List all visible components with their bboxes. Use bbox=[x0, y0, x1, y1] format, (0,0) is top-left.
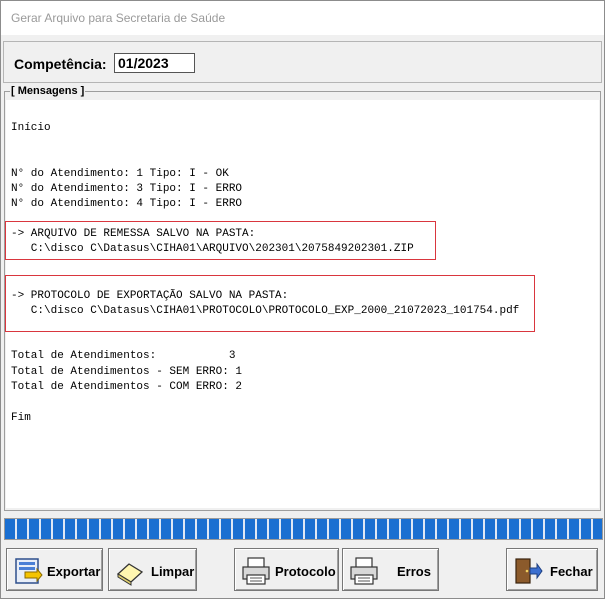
export-icon bbox=[13, 556, 43, 586]
message-line: N° do Atendimento: 1 Tipo: I - OK bbox=[11, 168, 229, 180]
message-line: C:\disco C\Datasus\CIHA01\ARQUIVO\202301… bbox=[11, 243, 414, 255]
exit-door-icon bbox=[513, 556, 543, 586]
eraser-icon bbox=[115, 556, 145, 586]
protocolo-highlight-box bbox=[5, 275, 535, 332]
window-title: Gerar Arquivo para Secretaria de Saúde bbox=[11, 11, 226, 25]
exportar-label: Exportar bbox=[47, 564, 101, 579]
printer-icon bbox=[241, 556, 271, 586]
title-bar: Gerar Arquivo para Secretaria de Saúde bbox=[1, 1, 604, 35]
message-line: Fim bbox=[11, 412, 31, 424]
erros-button[interactable]: Erros bbox=[342, 548, 439, 591]
message-line: Total de Atendimentos - SEM ERRO: 1 bbox=[11, 366, 243, 378]
protocolo-button[interactable]: Protocolo bbox=[234, 548, 339, 591]
fechar-label: Fechar bbox=[550, 564, 593, 579]
messages-group: [ Mensagens ] Início N° do Atendimento: … bbox=[4, 85, 601, 511]
exportar-button[interactable]: Exportar bbox=[6, 548, 103, 591]
erros-label: Erros bbox=[397, 564, 431, 579]
message-line: Início bbox=[11, 122, 51, 134]
competencia-panel: Competência: 01/2023 bbox=[3, 41, 602, 83]
progress-bar bbox=[4, 518, 603, 540]
message-line: -> PROTOCOLO DE EXPORTAÇÃO SALVO NA PAST… bbox=[11, 290, 289, 302]
limpar-label: Limpar bbox=[151, 564, 195, 579]
message-line: N° do Atendimento: 3 Tipo: I - ERRO bbox=[11, 183, 243, 195]
messages-textarea[interactable]: Início N° do Atendimento: 1 Tipo: I - OK… bbox=[5, 100, 599, 508]
fechar-button[interactable]: Fechar bbox=[506, 548, 598, 591]
app-window: Gerar Arquivo para Secretaria de Saúde C… bbox=[0, 0, 605, 599]
limpar-button[interactable]: Limpar bbox=[108, 548, 197, 591]
message-line: -> ARQUIVO DE REMESSA SALVO NA PASTA: bbox=[11, 228, 256, 240]
message-line: N° do Atendimento: 4 Tipo: I - ERRO bbox=[11, 198, 243, 210]
competencia-label: Competência: bbox=[14, 56, 107, 72]
message-line: Total de Atendimentos - COM ERRO: 2 bbox=[11, 381, 243, 393]
printer-icon bbox=[349, 556, 379, 586]
competencia-input[interactable]: 01/2023 bbox=[114, 53, 195, 73]
messages-legend: [ Mensagens ] bbox=[10, 85, 86, 98]
message-line: C:\disco C\Datasus\CIHA01\PROTOCOLO\PROT… bbox=[11, 305, 520, 317]
protocolo-label: Protocolo bbox=[275, 564, 336, 579]
message-line: Total de Atendimentos: 3 bbox=[11, 350, 236, 362]
